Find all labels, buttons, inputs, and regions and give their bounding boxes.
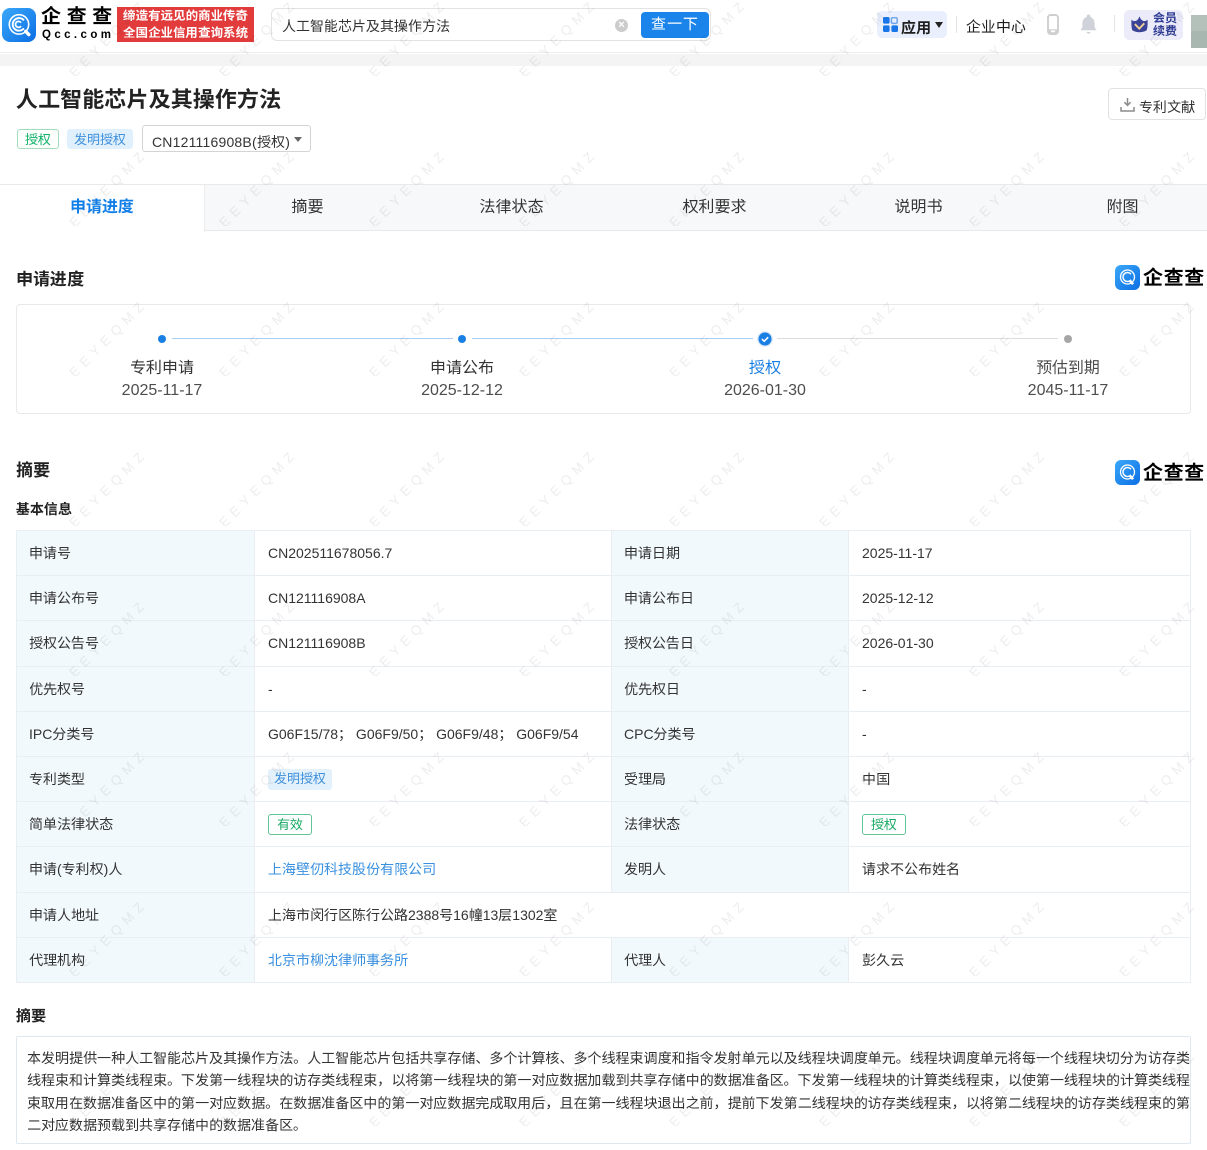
svg-text:企查查: 企查查 [1143, 460, 1205, 485]
svg-text:企查查: 企查查 [1143, 265, 1205, 290]
